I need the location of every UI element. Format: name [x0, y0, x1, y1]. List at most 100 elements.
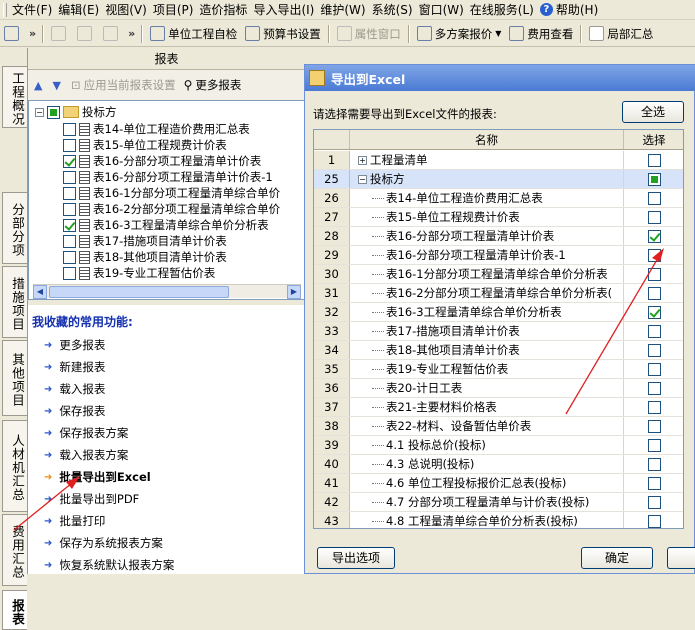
grid-row[interactable]: 40 4.3 总说明(投标)	[314, 455, 683, 474]
tree-item-row[interactable]: 表16-2分部分项工程量清单综合单价	[63, 201, 280, 217]
favorite-item[interactable]: ➜ 保存报表	[44, 402, 105, 420]
grid-row-checkbox[interactable]	[648, 476, 661, 490]
scroll-right-icon[interactable]: ▶	[287, 285, 301, 299]
tree-item-row[interactable]: 表16-分部分项工程量清单计价表	[63, 153, 261, 169]
multi-plan-button[interactable]: 多方案报价 ▼	[413, 23, 506, 45]
tree-item-checkbox[interactable]	[63, 234, 76, 248]
scroll-thumb[interactable]	[49, 286, 229, 298]
cut-button[interactable]	[47, 23, 73, 45]
toolbar-overflow-chevron-icon[interactable]: »	[125, 27, 138, 40]
collapse-icon[interactable]: −	[358, 174, 367, 184]
paste-button[interactable]	[99, 23, 125, 45]
new-button[interactable]	[0, 23, 26, 45]
tree-item-row[interactable]: 表14-单位工程造价费用汇总表	[63, 121, 250, 137]
favorite-item[interactable]: ➜ 保存报表方案	[44, 424, 128, 442]
tree-item-checkbox[interactable]	[63, 218, 76, 232]
menu-project[interactable]: 项目(P)	[153, 1, 200, 18]
tree-item-checkbox[interactable]	[63, 186, 76, 200]
tab-reports[interactable]: 报表	[2, 590, 27, 630]
unit-check-button[interactable]: 单位工程自检	[146, 23, 241, 45]
grid-row[interactable]: 35 表19-专业工程暂估价表	[314, 360, 683, 379]
grid-row-checkbox[interactable]	[648, 267, 661, 281]
grid-row-checkbox[interactable]	[648, 248, 661, 262]
favorite-item[interactable]: ➜ 批量导出到Excel	[44, 468, 151, 486]
property-window-button[interactable]: 属性窗口	[333, 23, 405, 45]
tree-item-checkbox[interactable]	[63, 202, 76, 216]
grid-row[interactable]: 42 4.7 分部分项工程量清单与计价表(投标)	[314, 493, 683, 512]
grid-row-checkbox[interactable]	[648, 343, 661, 357]
grid-row[interactable]: 34 表18-其他项目清单计价表	[314, 341, 683, 360]
grid-row[interactable]: 25− 投标方	[314, 170, 683, 189]
grid-row[interactable]: 29 表16-分部分项工程量清单计价表-1	[314, 246, 683, 265]
grid-row[interactable]: 36 表20-计日工表	[314, 379, 683, 398]
grid-row[interactable]: 28 表16-分部分项工程量清单计价表	[314, 227, 683, 246]
collapse-icon[interactable]: −	[35, 107, 44, 117]
grid-row-checkbox[interactable]	[648, 172, 661, 186]
grid-row-checkbox[interactable]	[648, 286, 661, 300]
copy-button[interactable]	[73, 23, 99, 45]
tab-fee-summary[interactable]: 费用汇总	[2, 514, 27, 586]
menu-edit[interactable]: 编辑(E)	[58, 1, 105, 18]
grid-row-checkbox[interactable]	[648, 210, 661, 224]
favorite-item[interactable]: ➜ 批量打印	[44, 512, 105, 530]
select-all-button[interactable]: 全选	[622, 101, 684, 123]
grid-row[interactable]: 32 表16-3工程量清单综合单价分析表	[314, 303, 683, 322]
grid-row-checkbox[interactable]	[648, 419, 661, 433]
ok-button[interactable]: 确定	[581, 547, 653, 569]
grid-row[interactable]: 39 4.1 投标总价(投标)	[314, 436, 683, 455]
tree-item-row[interactable]: 表16-分部分项工程量清单计价表-1	[63, 169, 273, 185]
favorite-item[interactable]: ➜ 批量导出到PDF	[44, 490, 139, 508]
favorite-item[interactable]: ➜ 载入报表	[44, 380, 105, 398]
favorite-item[interactable]: ➜ 更多报表	[44, 336, 105, 354]
grid-row-checkbox[interactable]	[648, 362, 661, 376]
menu-system[interactable]: 系统(S)	[372, 1, 419, 18]
tab-measures[interactable]: 措施项目	[2, 266, 27, 338]
favorite-item[interactable]: ➜ 新建报表	[44, 358, 105, 376]
grid-row-checkbox[interactable]	[648, 381, 661, 395]
menu-help[interactable]: ? 帮助(H)	[539, 1, 604, 18]
grid-row[interactable]: 30 表16-1分部分项工程量清单综合单价分析表	[314, 265, 683, 284]
grid-row-checkbox[interactable]	[648, 153, 661, 167]
tree-root-row[interactable]: − 投标方	[35, 104, 117, 120]
tree-item-row[interactable]: 表18-其他项目清单计价表	[63, 249, 227, 265]
more-reports-button[interactable]: ⚲ 更多报表	[184, 77, 242, 93]
tree-item-row[interactable]: 表15-单位工程规费计价表	[63, 137, 227, 153]
tree-item-checkbox[interactable]	[63, 138, 76, 152]
tree-item-checkbox[interactable]	[63, 154, 76, 168]
grid-row-checkbox[interactable]	[648, 305, 661, 319]
grid-row-checkbox[interactable]	[648, 457, 661, 471]
move-up-icon[interactable]: ▲	[34, 79, 42, 92]
grid-row-checkbox[interactable]	[648, 324, 661, 338]
menu-cost-index[interactable]: 造价指标	[199, 1, 253, 18]
cancel-button-partial[interactable]	[667, 547, 695, 569]
tree-item-checkbox[interactable]	[63, 266, 76, 280]
tree-item-checkbox[interactable]	[63, 250, 76, 264]
export-options-button[interactable]: 导出选项	[317, 547, 395, 569]
menu-file[interactable]: 文件(F)	[12, 1, 58, 18]
grid-row[interactable]: 1 + 工程量清单	[314, 151, 683, 170]
grid-row[interactable]: 26 表14-单位工程造价费用汇总表	[314, 189, 683, 208]
menu-online-service[interactable]: 在线服务(L)	[470, 1, 540, 18]
scroll-left-icon[interactable]: ◀	[33, 285, 47, 299]
move-down-icon[interactable]: ▼	[52, 79, 60, 92]
grid-row-checkbox[interactable]	[648, 514, 661, 528]
tree-item-row[interactable]: 表16-3工程量清单综合单价分析表	[63, 217, 269, 233]
toolbar-overflow-chevron-icon[interactable]: »	[26, 27, 39, 40]
menu-window[interactable]: 窗口(W)	[419, 1, 470, 18]
grid-row[interactable]: 38 表22-材料、设备暂估单价表	[314, 417, 683, 436]
menu-import-export[interactable]: 导入导出(I)	[253, 1, 320, 18]
fee-view-button[interactable]: 费用查看	[505, 23, 577, 45]
tree-item-checkbox[interactable]	[63, 122, 76, 136]
tab-project-overview[interactable]: 工程概况	[2, 66, 27, 128]
tree-root-checkbox[interactable]	[47, 105, 60, 119]
tree-item-checkbox[interactable]	[63, 170, 76, 184]
tree-item-row[interactable]: 表19-专业工程暂估价表	[63, 265, 215, 281]
menu-maintain[interactable]: 维护(W)	[320, 1, 371, 18]
tree-item-row[interactable]: 表16-1分部分项工程量清单综合单价	[63, 185, 280, 201]
grid-row[interactable]: 41 4.6 单位工程投标报价汇总表(投标)	[314, 474, 683, 493]
grid-row-checkbox[interactable]	[648, 438, 661, 452]
favorite-item[interactable]: ➜ 恢复系统默认报表方案	[44, 556, 174, 574]
menu-view[interactable]: 视图(V)	[105, 1, 153, 18]
grid-row[interactable]: 43 4.8 工程量清单综合单价分析表(投标)	[314, 512, 683, 528]
tab-other-items[interactable]: 其他项目	[2, 340, 27, 416]
